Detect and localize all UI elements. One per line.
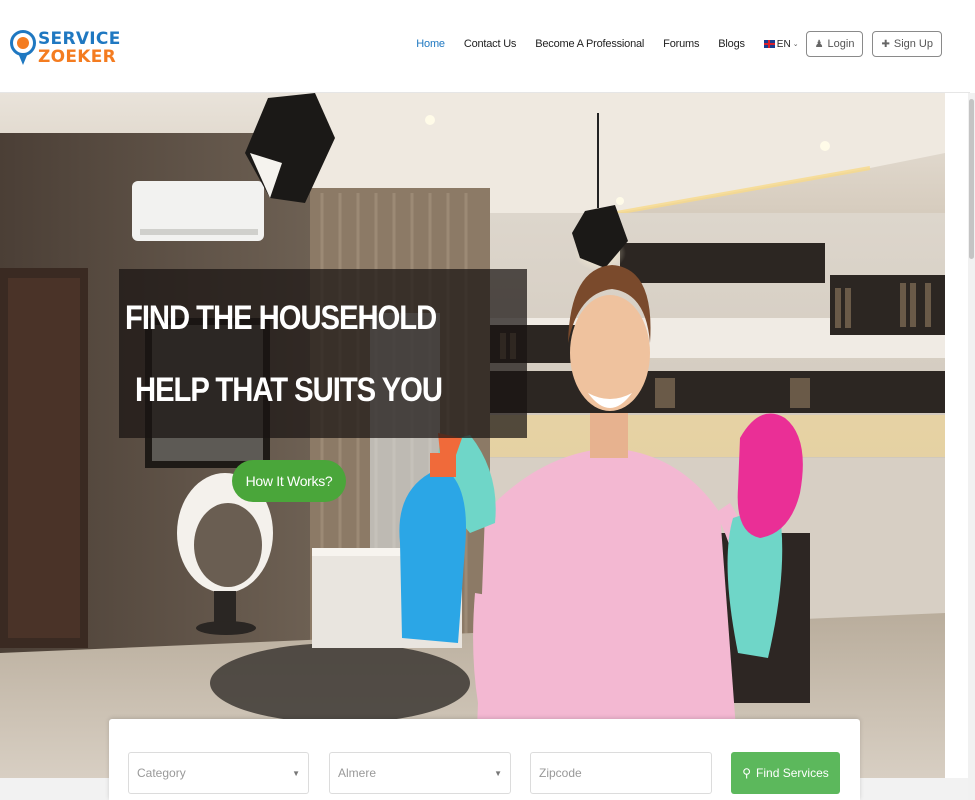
nav-home[interactable]: Home: [416, 38, 445, 50]
service-search-panel: Category ▼ Almere ▼ Zipcode ⚲ Find Servi…: [109, 719, 860, 800]
hero-headline-line2: HELP THAT SUITS YOU: [135, 371, 443, 409]
hero-banner: FIND THE HOUSEHOLD HELP THAT SUITS YOU H…: [0, 93, 945, 778]
main-nav: Home Contact Us Become A Professional Fo…: [397, 30, 942, 58]
category-placeholder: Category: [137, 766, 186, 780]
scrollbar-thumb[interactable]: [969, 99, 974, 259]
page: SERVICE ZOEKER Home Contact Us Become A …: [0, 0, 975, 800]
how-it-works-button[interactable]: How It Works?: [232, 460, 346, 502]
brand-logo[interactable]: SERVICE ZOEKER: [10, 20, 130, 76]
site-header: SERVICE ZOEKER Home Contact Us Become A …: [0, 0, 970, 93]
headline-box: FIND THE HOUSEHOLD HELP THAT SUITS YOU: [119, 269, 527, 438]
page-scrollbar[interactable]: [968, 93, 975, 800]
nav-blogs[interactable]: Blogs: [718, 38, 745, 50]
nav-forums[interactable]: Forums: [663, 38, 699, 50]
find-services-label: Find Services: [756, 766, 829, 780]
dropdown-caret-icon: ▼: [292, 769, 300, 778]
dropdown-caret-icon: ▼: [494, 769, 502, 778]
login-label: Login: [827, 38, 855, 50]
category-select[interactable]: Category ▼: [128, 752, 309, 794]
search-icon: ⚲: [742, 766, 752, 780]
zipcode-placeholder: Zipcode: [539, 766, 582, 780]
chevron-down-icon: ⌄: [792, 41, 799, 48]
uk-flag-icon: [763, 40, 775, 48]
signup-label: Sign Up: [893, 38, 933, 50]
nav-become-professional[interactable]: Become A Professional: [535, 38, 644, 50]
city-select[interactable]: Almere ▼: [329, 752, 511, 794]
hero-headline-line1: FIND THE HOUSEHOLD: [125, 299, 437, 337]
signup-button[interactable]: ✚ Sign Up: [872, 31, 942, 57]
user-icon: ♟: [814, 38, 824, 50]
language-selector[interactable]: EN ⌄: [763, 38, 799, 50]
login-button[interactable]: ♟ Login: [805, 31, 864, 57]
nav-contact-us[interactable]: Contact Us: [464, 38, 517, 50]
zipcode-input[interactable]: Zipcode: [530, 752, 712, 794]
brand-name-line2: ZOEKER: [38, 47, 117, 67]
language-code: EN: [776, 38, 791, 50]
find-services-button[interactable]: ⚲ Find Services: [731, 752, 840, 794]
location-pin-icon: [10, 30, 36, 66]
brand-name-line1: SERVICE: [38, 29, 121, 49]
city-value: Almere: [338, 766, 377, 780]
plus-icon: ✚: [881, 38, 890, 50]
